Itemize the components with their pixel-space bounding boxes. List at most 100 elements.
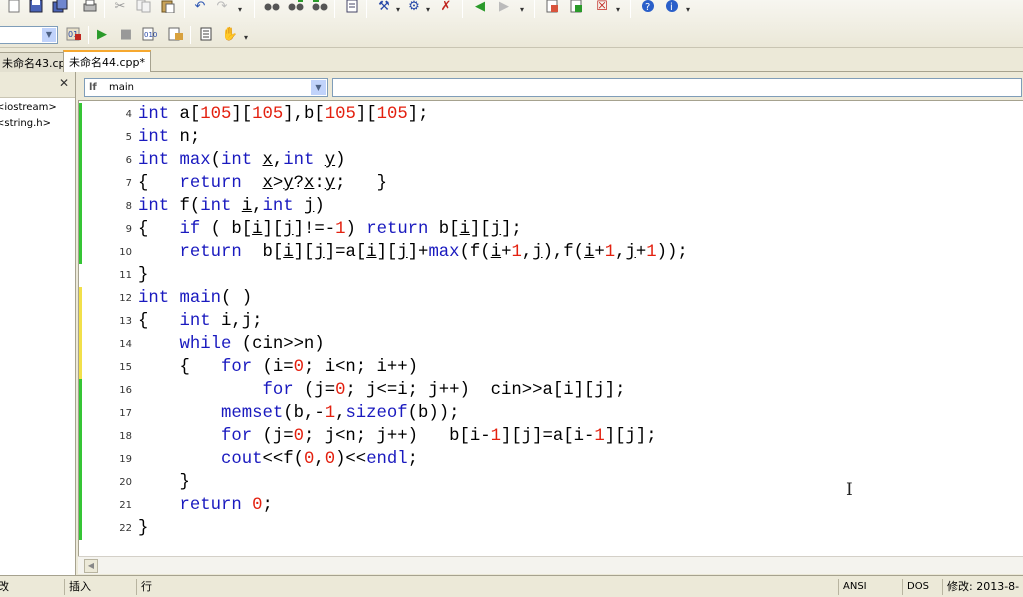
code-line[interactable]: 18 for (j=0; j<n; j++) b[i-1][j]=a[i-1][…	[79, 425, 1019, 448]
scroll-left-icon[interactable]: ◀	[84, 559, 98, 573]
code-text: return b[i][j]=a[i][j]+max(f(i+1,j),f(i+…	[179, 243, 688, 262]
line-number: 19	[119, 454, 132, 465]
code-line[interactable]: 5 int n;	[79, 126, 1019, 149]
breakpoint-icon[interactable]: ✗	[436, 0, 456, 16]
member-select[interactable]	[332, 78, 1022, 97]
code-text: }	[138, 473, 190, 492]
status-encoding: ANSI	[838, 579, 867, 595]
code-line[interactable]: 15 { for (i=0; i<n; i++)	[79, 356, 1019, 379]
svg-text:010: 010	[144, 31, 157, 39]
print-icon[interactable]	[80, 0, 100, 16]
function-view-icon[interactable]	[166, 24, 186, 44]
properties-icon[interactable]	[196, 24, 216, 44]
code-line[interactable]: 20 }	[79, 471, 1019, 494]
tab-label: 未命名44.cpp*	[69, 56, 146, 69]
code-line[interactable]: 11}	[79, 264, 1019, 287]
forward-icon[interactable]: ▶	[494, 0, 514, 16]
goto-icon[interactable]	[342, 0, 362, 16]
text-cursor-icon: I	[846, 480, 853, 500]
chevron-down-icon[interactable]: ▾	[684, 0, 692, 20]
code-text: cout<<f(0,0)<<endl;	[220, 450, 419, 469]
code-line[interactable]: 16 for (j=0; j<=i; j++) cin>>a[i][j];	[79, 379, 1019, 402]
stop-icon[interactable]: ■	[116, 24, 136, 44]
line-number: 5	[125, 132, 132, 143]
code-line[interactable]: 10 return b[i][j]=a[i][j]+max(f(i+1,j),f…	[79, 241, 1019, 264]
code-line[interactable]: 14 while (cin>>n)	[79, 333, 1019, 356]
back-icon[interactable]: ◀	[470, 0, 490, 16]
code-text: int a[105][105],b[105][105];	[138, 105, 429, 124]
remove-file-icon[interactable]	[566, 0, 586, 16]
line-number: 10	[119, 247, 132, 258]
code-text: { if ( b[i][j]!=-1) return b[i][j];	[138, 220, 522, 239]
copy-icon[interactable]	[134, 0, 154, 16]
save-icon[interactable]	[26, 0, 46, 16]
compile-options-icon[interactable]: ⚒	[374, 0, 394, 16]
chevron-down-icon[interactable]: ▾	[394, 0, 402, 20]
status-row: 行	[136, 579, 152, 595]
cut-icon[interactable]: ✂	[110, 0, 130, 16]
code-line[interactable]: 21 return 0;	[79, 494, 1019, 517]
include-item[interactable]: <iostream>	[0, 102, 57, 113]
code-text: }	[138, 519, 149, 538]
code-text: return 0;	[179, 496, 273, 515]
undo-icon[interactable]: ↶	[190, 0, 210, 16]
help-icon[interactable]: ?	[638, 0, 658, 16]
paste-icon[interactable]	[158, 0, 178, 16]
code-line[interactable]: 9 { if ( b[i][j]!=-1) return b[i][j];	[79, 218, 1019, 241]
code-text: { return x>y?x:y; }	[138, 174, 387, 193]
toolbar-separator	[74, 0, 75, 18]
about-icon[interactable]: i	[662, 0, 682, 16]
line-number: 16	[119, 385, 132, 396]
toolbar: ✂ ↶ ↷ ▾ ⚒ ▾ ⚙ ▾ ✗ ◀ ▶ ▾ ☒ ▾ ? i ▾ ▼ 01 ▶…	[0, 0, 1023, 48]
chevron-down-icon[interactable]: ▾	[614, 0, 622, 20]
class-view-icon[interactable]: 010	[140, 24, 160, 44]
hand-icon[interactable]: ✋	[220, 24, 240, 44]
code-line[interactable]: 4 int a[105][105],b[105][105];	[79, 103, 1019, 126]
chevron-down-icon[interactable]: ▼	[311, 80, 326, 95]
chevron-down-icon[interactable]: ▾	[236, 0, 244, 20]
code-line[interactable]: 19 cout<<f(0,0)<<endl;	[79, 448, 1019, 471]
code-text: { for (i=0; i<n; i++)	[138, 358, 419, 377]
horizontal-scrollbar[interactable]: ◀	[78, 556, 1023, 574]
tab-file-44[interactable]: 未命名44.cpp*	[63, 50, 152, 72]
redo-icon[interactable]: ↷	[212, 0, 232, 16]
chevron-down-icon[interactable]: ▼	[42, 28, 56, 42]
file-select[interactable]: ▼	[0, 26, 58, 44]
run-icon[interactable]: ▶	[92, 24, 112, 44]
chevron-down-icon[interactable]: ▾	[518, 0, 526, 20]
save-all-icon[interactable]	[50, 0, 70, 16]
compile-icon[interactable]: 01	[64, 24, 84, 44]
code-text: memset(b,-1,sizeof(b));	[220, 404, 460, 423]
code-editor[interactable]: 4 int a[105][105],b[105][105]; 5 int n; 6 int…	[78, 100, 1023, 556]
line-number: 22	[119, 523, 132, 534]
code-line[interactable]: 17 memset(b,-1,sizeof(b));	[79, 402, 1019, 425]
add-file-icon[interactable]	[542, 0, 562, 16]
find-icon[interactable]	[262, 0, 282, 16]
status-col: 改	[0, 580, 9, 593]
close-icon[interactable]: ✕	[59, 76, 69, 90]
function-scope-select[interactable]: lf main ▼	[84, 78, 328, 97]
find-next-icon[interactable]	[286, 0, 306, 16]
toolbar-separator	[334, 0, 335, 18]
code-line[interactable]: 12 int main( )	[79, 287, 1019, 310]
debug-icon[interactable]: ⚙	[404, 0, 424, 16]
new-icon[interactable]	[4, 0, 24, 16]
close-file-icon[interactable]: ☒	[592, 0, 612, 16]
code-text: int n;	[138, 128, 201, 147]
status-bar: 改 插入 行 ANSI DOS 修改: 2013-8-	[0, 575, 1023, 597]
scope-bar: lf main ▼	[78, 74, 1023, 100]
chevron-down-icon[interactable]: ▾	[242, 28, 250, 48]
code-line[interactable]: 6 int max(int x,int y)	[79, 149, 1019, 172]
include-item[interactable]: <string.h>	[0, 118, 51, 129]
code-line[interactable]: 13 { int i,j;	[79, 310, 1019, 333]
toolbar-separator	[184, 0, 185, 18]
code-line[interactable]: 7 { return x>y?x:y; }	[79, 172, 1019, 195]
code-line[interactable]: 8 int f(int i,int j)	[79, 195, 1019, 218]
replace-icon[interactable]	[310, 0, 330, 16]
line-number: 6	[125, 155, 132, 166]
code-line[interactable]: 22}	[79, 517, 1019, 540]
chevron-down-icon[interactable]: ▾	[424, 0, 432, 20]
line-number: 21	[119, 500, 132, 511]
svg-text:i: i	[670, 2, 673, 13]
project-panel: ✕ <iostream> <string.h>	[0, 72, 76, 575]
